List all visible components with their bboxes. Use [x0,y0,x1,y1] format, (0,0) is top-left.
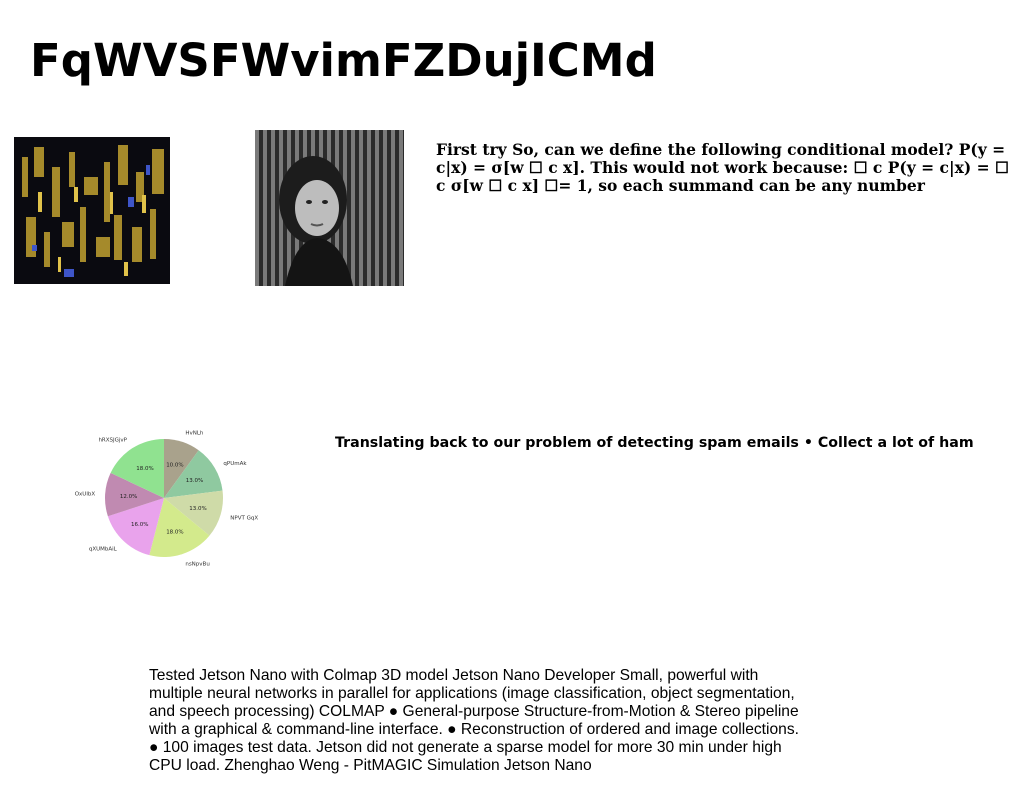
jetson-nano-text: Tested Jetson Nano with Colmap 3D model … [149,667,799,774]
pie-category-label: HvNLh [185,430,204,436]
pie-chart: 10.0% HvNLh 13.0% qPUmAk 13.0% NPVT GqX 18.0% n… [75,415,265,585]
portrait-image [255,130,404,286]
pie-value-label: 13.0% [189,506,206,512]
spam-detection-text: Translating back to our problem of detec… [335,435,974,451]
pie-category-label: qXUMbAiL [89,546,118,552]
pie-category-label: nsNpvBu [185,562,209,568]
pie-value-label: 18.0% [166,530,183,536]
pie-value-label: 16.0% [131,522,148,528]
pie-category-label: hRXSJGjvP [98,438,127,444]
pie-category-label: qPUmAk [223,461,247,467]
conditional-model-text: First try So, can we define the followin… [436,141,1009,195]
pie-value-label: 10.0% [166,462,183,468]
pie-value-label: 12.0% [120,494,137,500]
page-title: FqWVSFWvimFZDujICMd [30,34,657,87]
abstract-image [14,137,170,284]
pie-category-label: OxUlbX [75,492,95,498]
pie-value-label: 13.0% [186,478,203,484]
pie-category-label: NPVT GqX [230,515,258,521]
pie-value-label: 18.0% [136,466,153,472]
